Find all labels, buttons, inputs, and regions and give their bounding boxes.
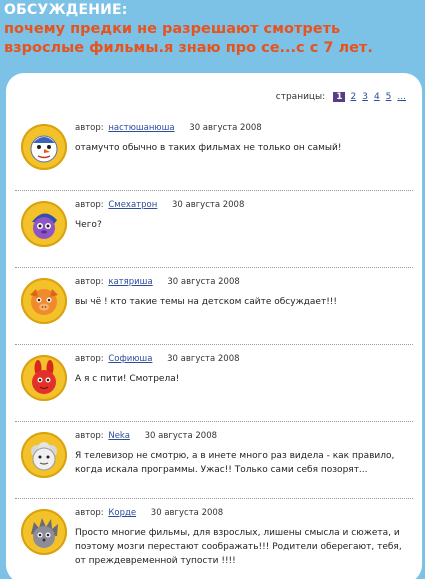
pagination: страницы: 1 2 3 4 5 ... — [276, 92, 409, 102]
comment-date: 30 августа 2008 — [144, 431, 218, 441]
snowman-avatar-icon[interactable] — [21, 124, 67, 170]
comment-text: вы чё ! кто такие темы на детском сайте … — [75, 297, 338, 307]
comment-date: 30 августа 2008 — [171, 200, 245, 210]
comment-date: 30 августа 2008 — [189, 123, 262, 133]
page-header: ОБСУЖДЕНИЕ: почему предки не разрешают с… — [0, 0, 425, 68]
grey-hedgehog-avatar-icon[interactable] — [21, 509, 67, 555]
page-link-more[interactable]: ... — [397, 92, 406, 102]
comment-meta: автор: настюшанюша 30 августа 2008 — [75, 123, 262, 133]
comment-text: Просто многие фильмы, для взрослых, лише… — [75, 528, 402, 566]
author-prefix: автор: — [75, 200, 104, 210]
red-bunny-avatar-icon[interactable] — [21, 355, 67, 401]
comment-text: А я с пити! Смотрела! — [75, 374, 180, 384]
comment-text: Я телевизор не смотрю, а в инете много р… — [75, 451, 395, 475]
pagination-label: страницы: — [275, 92, 326, 102]
comment-item: автор: Корде 30 августа 2008 Просто мног… — [15, 499, 413, 579]
author-link[interactable]: настюшанюша — [108, 123, 174, 133]
author-link[interactable]: катяриша — [108, 277, 152, 287]
author-prefix: автор: — [75, 277, 104, 287]
section-label: ОБСУЖДЕНИЕ: — [4, 2, 128, 18]
author-prefix: автор: — [75, 354, 104, 364]
comment-item: автор: настюшанюша 30 августа 2008 отаму… — [15, 114, 413, 191]
author-link[interactable]: Смехатрон — [108, 200, 157, 210]
author-link[interactable]: Софиюша — [108, 354, 152, 364]
page-link-1[interactable]: 1 — [333, 92, 346, 102]
comment-text: отамучто обычно в таких фильмах не тольк… — [75, 143, 342, 153]
orange-pig-avatar-icon[interactable] — [21, 278, 67, 324]
page-link-4[interactable]: 4 — [374, 92, 380, 102]
author-prefix: автор: — [75, 431, 104, 441]
comment-item: автор: катяриша 30 августа 2008 вы чё ! … — [15, 268, 413, 345]
comment-item: автор: Смехатрон 30 августа 2008 Чего? — [15, 191, 413, 268]
comment-date: 30 августа 2008 — [167, 277, 240, 287]
comment-meta: автор: катяриша 30 августа 2008 — [75, 277, 240, 287]
comment-item: автор: Neka 30 августа 2008 Я телевизор … — [15, 422, 413, 499]
author-prefix: автор: — [75, 123, 104, 133]
author-link[interactable]: Neka — [108, 431, 130, 441]
comment-meta: автор: Корде 30 августа 2008 — [75, 508, 223, 518]
comment-meta: автор: Смехатрон 30 августа 2008 — [75, 200, 244, 210]
comment-meta: автор: Софиюша 30 августа 2008 — [75, 354, 240, 364]
comment-list: автор: настюшанюша 30 августа 2008 отаму… — [15, 114, 413, 579]
purple-hedgehog-avatar-icon[interactable] — [21, 201, 67, 247]
author-link[interactable]: Корде — [108, 508, 136, 518]
topic-title: почему предки не разрешают смотреть взро… — [4, 21, 373, 56]
grey-sheep-avatar-icon[interactable] — [21, 432, 67, 478]
comment-meta: автор: Neka 30 августа 2008 — [75, 431, 217, 441]
comment-date: 30 августа 2008 — [150, 508, 224, 518]
page-link-2[interactable]: 2 — [350, 92, 356, 102]
author-prefix: автор: — [75, 508, 104, 518]
comment-date: 30 августа 2008 — [167, 354, 240, 364]
page-link-5[interactable]: 5 — [386, 92, 392, 102]
comment-text: Чего? — [75, 220, 102, 230]
page-link-3[interactable]: 3 — [362, 92, 368, 102]
comment-item: автор: Софиюша 30 августа 2008 А я с пит… — [15, 345, 413, 422]
